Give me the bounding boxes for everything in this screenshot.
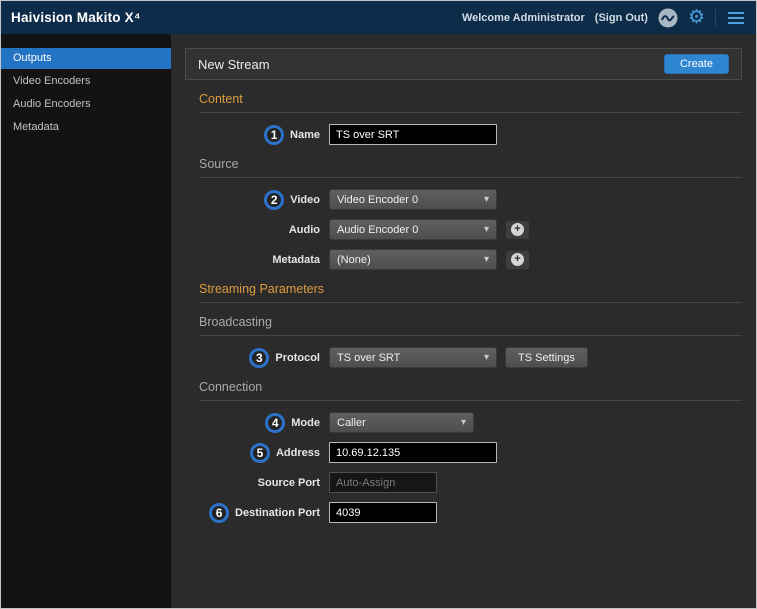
mode-labelcol: 4 Mode (185, 413, 320, 433)
name-input[interactable] (329, 124, 497, 145)
callout-1: 1 (264, 125, 284, 145)
sidebar-item-video-encoders[interactable]: Video Encoders (1, 71, 171, 92)
topbar-divider (715, 9, 716, 27)
callout-3: 3 (249, 348, 269, 368)
audio-label: Audio (289, 224, 320, 236)
chevron-down-icon: ▾ (484, 194, 489, 205)
create-button[interactable]: Create (664, 54, 729, 74)
haivision-logo-icon[interactable] (658, 8, 678, 28)
metadata-field: (None) ▾ + (329, 249, 530, 270)
metadata-row: Metadata (None) ▾ + (185, 249, 742, 270)
name-labelcol: 1 Name (185, 125, 320, 145)
mode-label: Mode (291, 417, 320, 429)
page-title: New Stream (198, 57, 270, 72)
ts-settings-button[interactable]: TS Settings (505, 347, 588, 368)
hamburger-menu-icon[interactable] (726, 10, 746, 26)
chevron-down-icon: ▾ (484, 352, 489, 363)
mode-select[interactable]: Caller ▾ (329, 412, 474, 433)
app-body: Outputs Video Encoders Audio Encoders Me… (1, 34, 756, 608)
metadata-label: Metadata (272, 254, 320, 266)
audio-field: Audio Encoder 0 ▾ + (329, 219, 530, 240)
video-select[interactable]: Video Encoder 0 ▾ (329, 189, 497, 210)
brand-logo: Haivision Makito X⁴ (11, 10, 141, 25)
callout-2: 2 (264, 190, 284, 210)
callout-4: 4 (265, 413, 285, 433)
source-port-labelcol: Source Port (185, 477, 320, 489)
audio-row: Audio Audio Encoder 0 ▾ + (185, 219, 742, 240)
protocol-select[interactable]: TS over SRT ▾ (329, 347, 497, 368)
audio-select-value: Audio Encoder 0 (337, 224, 418, 236)
destination-port-row: 6 Destination Port (185, 502, 742, 523)
sidebar: Outputs Video Encoders Audio Encoders Me… (1, 34, 171, 608)
video-row: 2 Video Video Encoder 0 ▾ (185, 189, 742, 210)
add-metadata-button[interactable]: + (505, 250, 530, 270)
video-labelcol: 2 Video (185, 190, 320, 210)
page-header: New Stream Create (185, 48, 742, 80)
source-port-input (329, 472, 437, 493)
callout-5: 5 (250, 443, 270, 463)
protocol-labelcol: 3 Protocol (185, 348, 320, 368)
gear-icon[interactable]: ⚙ (688, 8, 705, 27)
main-content: New Stream Create Content 1 Name Source … (171, 34, 756, 608)
metadata-select[interactable]: (None) ▾ (329, 249, 497, 270)
name-row: 1 Name (185, 124, 742, 145)
mode-field: Caller ▾ (329, 412, 474, 433)
destination-port-labelcol: 6 Destination Port (185, 503, 320, 523)
protocol-field: TS over SRT ▾ TS Settings (329, 347, 588, 368)
protocol-select-value: TS over SRT (337, 352, 400, 364)
section-title-broadcasting: Broadcasting (199, 315, 742, 336)
chevron-down-icon: ▾ (461, 417, 466, 428)
mode-select-value: Caller (337, 417, 366, 429)
sidebar-item-outputs[interactable]: Outputs (1, 48, 171, 69)
plus-icon: + (511, 253, 524, 266)
metadata-labelcol: Metadata (185, 254, 320, 266)
source-port-row: Source Port (185, 472, 742, 493)
address-row: 5 Address (185, 442, 742, 463)
callout-6: 6 (209, 503, 229, 523)
protocol-row: 3 Protocol TS over SRT ▾ TS Settings (185, 347, 742, 368)
welcome-text: Welcome Administrator (462, 12, 585, 24)
chevron-down-icon: ▾ (484, 254, 489, 265)
audio-select[interactable]: Audio Encoder 0 ▾ (329, 219, 497, 240)
section-title-content: Content (199, 92, 742, 113)
add-audio-button[interactable]: + (505, 220, 530, 240)
source-port-field (329, 472, 437, 493)
destination-port-input[interactable] (329, 502, 437, 523)
mode-row: 4 Mode Caller ▾ (185, 412, 742, 433)
address-input[interactable] (329, 442, 497, 463)
metadata-select-value: (None) (337, 254, 371, 266)
video-field: Video Encoder 0 ▾ (329, 189, 497, 210)
app-window: Haivision Makito X⁴ Welcome Administrato… (0, 0, 757, 609)
name-field (329, 124, 497, 145)
address-field (329, 442, 497, 463)
protocol-label: Protocol (275, 352, 320, 364)
destination-port-field (329, 502, 437, 523)
address-label: Address (276, 447, 320, 459)
name-label: Name (290, 129, 320, 141)
audio-labelcol: Audio (185, 224, 320, 236)
video-label: Video (290, 194, 320, 206)
chevron-down-icon: ▾ (484, 224, 489, 235)
section-title-streaming-parameters: Streaming Parameters (199, 282, 742, 303)
section-title-connection: Connection (199, 380, 742, 401)
destination-port-label: Destination Port (235, 507, 320, 519)
sidebar-item-audio-encoders[interactable]: Audio Encoders (1, 94, 171, 115)
plus-icon: + (511, 223, 524, 236)
address-labelcol: 5 Address (185, 443, 320, 463)
sidebar-item-metadata[interactable]: Metadata (1, 117, 171, 138)
video-select-value: Video Encoder 0 (337, 194, 418, 206)
section-title-source: Source (199, 157, 742, 178)
sign-out-link[interactable]: (Sign Out) (595, 12, 648, 24)
topbar-right: Welcome Administrator (Sign Out) ⚙ (462, 8, 746, 28)
topbar: Haivision Makito X⁴ Welcome Administrato… (1, 1, 756, 34)
source-port-label: Source Port (258, 477, 320, 489)
